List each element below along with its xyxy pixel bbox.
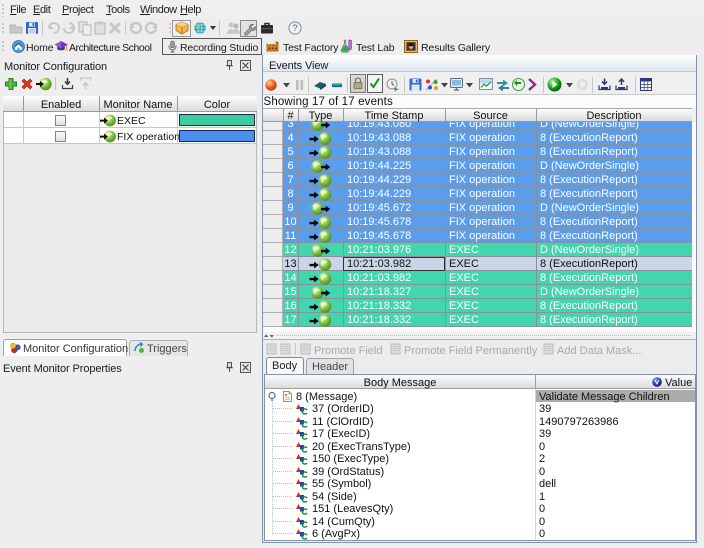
svg-text:?: ? — [292, 23, 297, 34]
